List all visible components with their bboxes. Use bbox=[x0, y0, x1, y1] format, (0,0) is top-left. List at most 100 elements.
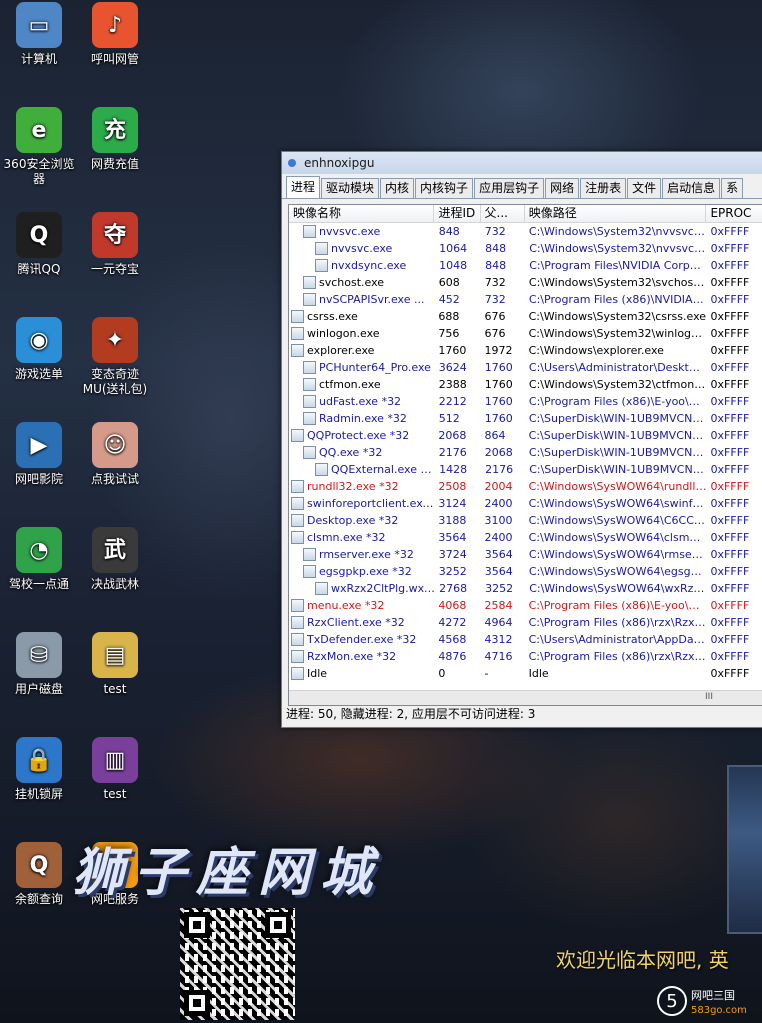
process-eprocess: 0xFFFF bbox=[710, 599, 750, 612]
process-pid: 2068 bbox=[438, 429, 467, 442]
desktop-icon-label: 游戏选单 bbox=[14, 367, 63, 381]
desktop-icon[interactable]: ☺ 点我试试 bbox=[75, 422, 155, 487]
process-pid: 608 bbox=[438, 276, 460, 289]
table-row[interactable]: winlogon.exe 756 676 C:\Windows\System32\wi… bbox=[289, 325, 762, 342]
table-row[interactable]: QQExternal.exe *32 1428 2176 C:\SuperDisk\W… bbox=[289, 461, 762, 478]
tab-9[interactable]: 系 bbox=[721, 178, 744, 198]
scroll-thumb[interactable]: III bbox=[699, 693, 719, 702]
column-eprocess[interactable]: EPROC bbox=[706, 205, 762, 222]
desktop-icon[interactable]: Q 余额查询 bbox=[0, 842, 79, 907]
table-row[interactable]: nvSCPAPISvr.exe ... 452 732 C:\Program File… bbox=[289, 291, 762, 308]
table-row[interactable]: RzxClient.exe *32 4272 4964 C:\Program File… bbox=[289, 614, 762, 631]
tab-6[interactable]: 注册表 bbox=[580, 178, 627, 198]
desktop-icon[interactable]: ▶ 网吧影院 bbox=[0, 422, 79, 487]
desktop-icon-label: 驾校一点通 bbox=[8, 577, 69, 591]
desktop-icon[interactable]: e 360安全浏览器 bbox=[0, 107, 79, 187]
tab-4[interactable]: 应用层钩子 bbox=[474, 178, 545, 198]
process-parent-pid: 3252 bbox=[485, 582, 514, 595]
process-eprocess: 0xFFFF bbox=[710, 378, 750, 391]
desktop-icon[interactable]: ✦ 变态奇迹MU(送礼包) bbox=[75, 317, 155, 397]
horizontal-scrollbar[interactable]: III bbox=[289, 690, 762, 705]
table-row[interactable]: udFast.exe *32 2212 1760 C:\Program Files (… bbox=[289, 393, 762, 410]
process-name: rmserver.exe *32 bbox=[319, 548, 414, 561]
desktop-icon[interactable]: ⛁ 用户磁盘 bbox=[0, 632, 79, 697]
tab-2[interactable]: 内核 bbox=[380, 178, 415, 198]
column-pid[interactable]: 进程ID bbox=[434, 205, 481, 222]
desktop-icon[interactable]: ◔ 驾校一点通 bbox=[0, 527, 79, 592]
desktop-icon[interactable]: ▭ 计算机 bbox=[0, 2, 79, 67]
tab-0[interactable]: 进程 bbox=[286, 176, 321, 198]
process-icon bbox=[303, 548, 316, 561]
table-row[interactable]: QQProtect.exe *32 2068 864 C:\SuperDisk\WIN… bbox=[289, 427, 762, 444]
process-path: C:\Users\Administrator\AppData\L... bbox=[528, 633, 707, 646]
desktop-icon[interactable]: 🔒 挂机锁屏 bbox=[0, 737, 79, 802]
window-titlebar[interactable]: enhnoxipgu bbox=[282, 152, 762, 174]
table-row[interactable]: csrss.exe 688 676 C:\Windows\System32\csrss… bbox=[289, 308, 762, 325]
process-icon bbox=[291, 633, 304, 646]
process-pid: 0 bbox=[438, 667, 446, 680]
process-pid: 688 bbox=[438, 310, 460, 323]
process-window[interactable]: enhnoxipgu 进程 驱动模块 内核 内核钩子 应用层钩子 网络 注册表 文件 启动信息系… bbox=[281, 151, 762, 728]
column-parent-pid[interactable]: 父... bbox=[481, 205, 525, 222]
process-parent-pid: 848 bbox=[485, 259, 507, 272]
table-row[interactable]: Desktop.exe *32 3188 3100 C:\Windows\SysWOW… bbox=[289, 512, 762, 529]
desktop-icon[interactable]: ▥ test bbox=[75, 737, 155, 802]
table-row[interactable]: swinforeportclient.exe *32 3124 2400 C:\Win… bbox=[289, 495, 762, 512]
table-row[interactable]: nvxdsync.exe 1048 848 C:\Program Files\NVID… bbox=[289, 257, 762, 274]
process-path: C:\SuperDisk\WIN-1UB9MVCN6Q-... bbox=[528, 446, 707, 459]
process-eprocess: 0xFFFF bbox=[710, 412, 750, 425]
desktop-icon[interactable]: Q 腾讯QQ bbox=[0, 212, 79, 277]
desktop-icon-label: test bbox=[103, 787, 127, 801]
table-row[interactable]: egsgpkp.exe *32 3252 3564 C:\Windows\SysWOW… bbox=[289, 563, 762, 580]
process-parent-pid: 864 bbox=[484, 429, 506, 442]
process-name: csrss.exe bbox=[307, 310, 358, 323]
process-name: nvvsvc.exe bbox=[331, 242, 393, 255]
table-row[interactable]: PCHunter64_Pro.exe 3624 1760 C:\Users\Admin… bbox=[289, 359, 762, 376]
table-row[interactable]: QQ.exe *32 2176 2068 C:\SuperDisk\WIN-1UB9M… bbox=[289, 444, 762, 461]
table-row[interactable]: rundll32.exe *32 2508 2004 C:\Windows\SysWO… bbox=[289, 478, 762, 495]
column-image-path[interactable]: 映像路径 bbox=[525, 205, 707, 222]
tab-1[interactable]: 驱动模块 bbox=[321, 178, 380, 198]
desktop-icon[interactable]: ◉ 游戏选单 bbox=[0, 317, 79, 382]
table-row[interactable]: ctfmon.exe 2388 1760 C:\Windows\System32\ct… bbox=[289, 376, 762, 393]
table-row[interactable]: RzxMon.exe *32 4876 4716 C:\Program Files (… bbox=[289, 648, 762, 665]
table-row[interactable]: clsmn.exe *32 3564 2400 C:\Windows\SysWOW64… bbox=[289, 529, 762, 546]
table-row[interactable]: nvvsvc.exe 1064 848 C:\Windows\System32\nvv… bbox=[289, 240, 762, 257]
process-path: C:\Windows\System32\csrss.exe bbox=[528, 310, 707, 323]
desktop-icon[interactable]: 夺一元夺宝 bbox=[75, 212, 155, 277]
ad-thumbnail[interactable] bbox=[727, 765, 762, 934]
process-path: C:\Program Files (x86)\rzx\RzxMo... bbox=[528, 650, 707, 663]
desktop-icon[interactable]: ♪ 呼叫网管 bbox=[75, 2, 155, 67]
table-row[interactable]: nvvsvc.exe 848 732 C:\Windows\System32\nvvs… bbox=[289, 223, 762, 240]
process-icon bbox=[303, 361, 316, 374]
table-row[interactable]: Idle 0 - Idle 0xFFFF bbox=[289, 665, 762, 682]
process-icon bbox=[291, 310, 304, 323]
process-table[interactable]: 映像名称 进程ID 父... 映像路径 EPROC nvvsvc.exe 848 7… bbox=[288, 204, 762, 706]
tab-7[interactable]: 文件 bbox=[627, 178, 662, 198]
table-row[interactable]: svchost.exe 608 732 C:\Windows\System32\svc… bbox=[289, 274, 762, 291]
process-parent-pid: 1760 bbox=[484, 412, 513, 425]
tab-8[interactable]: 启动信息 bbox=[662, 178, 721, 198]
process-icon bbox=[291, 650, 304, 663]
tab-3[interactable]: 内核钩子 bbox=[415, 178, 474, 198]
process-name: Idle bbox=[307, 667, 328, 680]
process-eprocess: 0xFFFF bbox=[710, 548, 750, 561]
tab-5[interactable]: 网络 bbox=[545, 178, 580, 198]
desktop-icon-label: 决战武林 bbox=[90, 577, 139, 591]
table-row[interactable]: Radmin.exe *32 512 1760 C:\SuperDisk\WIN-1U… bbox=[289, 410, 762, 427]
process-path: C:\Windows\System32\nvvsvc.exe bbox=[529, 242, 707, 255]
table-row[interactable]: rmserver.exe *32 3724 3564 C:\Windows\SysWO… bbox=[289, 546, 762, 563]
column-image-name[interactable]: 映像名称 bbox=[289, 205, 435, 222]
lock-screen-icon: 🔒 bbox=[16, 737, 62, 783]
table-row[interactable]: explorer.exe 1760 1972 C:\Windows\explorer.… bbox=[289, 342, 762, 359]
desktop-icon[interactable]: 充网费充值 bbox=[75, 107, 155, 172]
process-eprocess: 0xFFFF bbox=[710, 344, 750, 357]
table-row[interactable]: wxRzx2CltPlg.wxe ... 2768 3252 C:\Windows\S… bbox=[289, 580, 762, 597]
table-row[interactable]: menu.exe *32 4068 2584 C:\Program Files (x8… bbox=[289, 597, 762, 614]
desktop-icon-label: 一元夺宝 bbox=[90, 262, 139, 276]
table-row[interactable]: TxDefender.exe *32 4568 4312 C:\Users\Admin… bbox=[289, 631, 762, 648]
desktop-icon[interactable]: ▤ test bbox=[75, 632, 155, 697]
process-parent-pid: 3100 bbox=[484, 514, 513, 527]
process-pid: 2388 bbox=[438, 378, 467, 391]
desktop-icon[interactable]: 武决战武林 bbox=[75, 527, 155, 592]
